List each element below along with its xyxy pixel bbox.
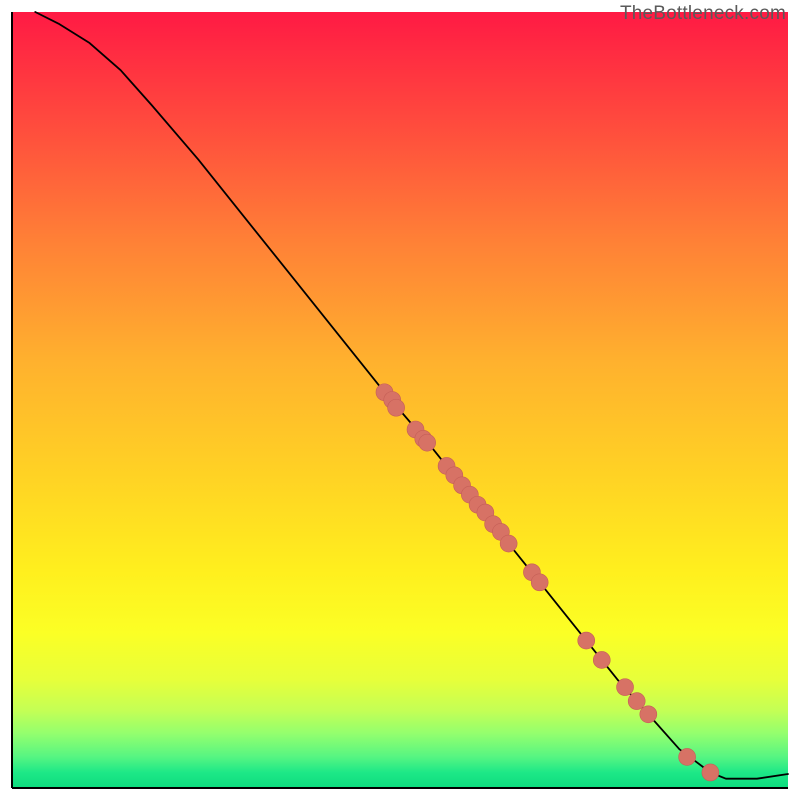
chart-container: TheBottleneck.com	[0, 0, 800, 800]
bottleneck-curve	[35, 12, 788, 779]
data-points-group	[376, 384, 719, 781]
data-point	[578, 632, 595, 649]
data-point	[531, 574, 548, 591]
data-point	[500, 535, 517, 552]
data-point	[702, 764, 719, 781]
chart-overlay-svg	[12, 12, 788, 788]
data-point	[640, 706, 657, 723]
data-point	[628, 693, 645, 710]
data-point	[388, 399, 405, 416]
data-point	[679, 748, 696, 765]
data-point	[593, 651, 610, 668]
data-point	[419, 434, 436, 451]
data-point	[617, 679, 634, 696]
